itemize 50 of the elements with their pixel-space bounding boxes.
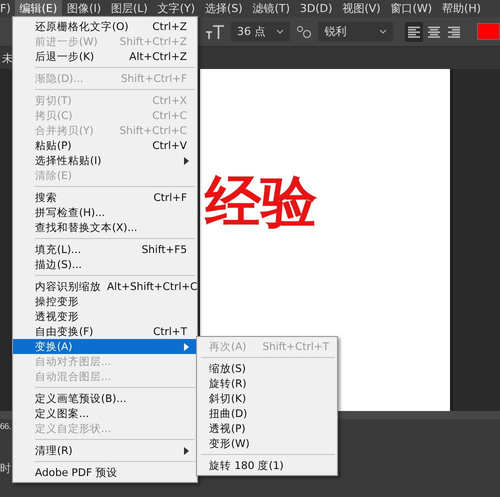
text-color-swatch[interactable] (477, 23, 500, 40)
panel-label: 时 (0, 461, 11, 476)
text-align-button[interactable] (405, 22, 424, 42)
menu-item[interactable]: 拼写检查(H)... (13, 205, 197, 220)
menu-item[interactable]: 自由变换(F) Ctrl+T (13, 324, 197, 339)
font-size-value: 36 点 (237, 24, 266, 39)
menu-bar-item[interactable]: F) (0, 0, 15, 17)
menu-bar-item[interactable]: 帮助(H) (437, 0, 486, 17)
menu-item[interactable]: 透视变形 (13, 309, 197, 324)
menu-item[interactable]: 还原栅格化文字(O) Ctrl+Z (13, 19, 197, 34)
menu-item[interactable]: 描边(S)... (13, 257, 197, 272)
canvas-text: 经验 (205, 169, 317, 236)
menu-bar-item[interactable]: 图层(L) (106, 0, 153, 17)
menu-item[interactable]: 缩放(S) (197, 361, 337, 376)
menu-bar-item[interactable]: 3D(D) (294, 0, 338, 17)
menu-item[interactable]: 选择性粘贴(I) (13, 153, 197, 168)
menu-item[interactable]: 粘贴(P) Ctrl+V (13, 138, 197, 153)
menu-item[interactable]: 透视(P) (197, 421, 337, 436)
menu-bar-item[interactable]: 图像(I) (62, 0, 106, 17)
menu-item[interactable]: 操控变形 (13, 294, 197, 309)
menu-item[interactable]: 变换(A) (13, 339, 197, 354)
chevron-icon (276, 28, 284, 34)
menu-item[interactable]: 后退一步(K) Alt+Ctrl+Z (13, 49, 197, 64)
menu-bar-item[interactable]: 选择(S) (200, 0, 248, 17)
menu-bar-item[interactable]: 编辑(E) (14, 0, 62, 17)
menu-item[interactable]: 搜索 Ctrl+F (13, 190, 197, 205)
menu-item[interactable]: 斜切(K) (197, 391, 337, 406)
zoom-readout: 66. (0, 421, 11, 431)
font-size-dropdown[interactable]: 36 点 (231, 22, 290, 41)
menu-bar-item[interactable]: 滤镜(T) (248, 0, 295, 17)
menu-item[interactable]: 旋转 180 度(1) (197, 458, 337, 473)
menu-item[interactable]: 定义图案... (13, 406, 197, 421)
menu-item[interactable]: 扭曲(D) (197, 406, 337, 421)
menu-bar-item[interactable]: 窗口(W) (386, 0, 438, 17)
antialias-dropdown[interactable]: 锐利 (318, 22, 394, 41)
menu-item[interactable]: 查找和替换文本(X)... (13, 220, 197, 235)
menu-bar-item[interactable]: 视图(V) (337, 0, 386, 17)
menu-item[interactable]: 变形(W) (197, 436, 337, 451)
menu-item[interactable]: 定义画笔预设(B)... (13, 391, 197, 406)
document-tab[interactable]: 未 (0, 50, 13, 66)
antialias-value: 锐利 (324, 24, 346, 39)
chevron-icon (379, 28, 388, 34)
menu-bar-item[interactable]: 文字(Y) (152, 0, 200, 17)
menu-item[interactable]: 填充(L)... Shift+F5 (13, 242, 197, 257)
font-size-icon (205, 24, 225, 40)
menu-item[interactable]: 旋转(R) (197, 376, 337, 391)
menu-item[interactable]: Adobe PDF 预设 (13, 465, 197, 480)
menu-item[interactable]: 清理(R) (13, 443, 197, 458)
menu-item[interactable]: 内容识别缩放 Alt+Shift+Ctrl+C (13, 279, 197, 294)
antialias-icon (296, 24, 312, 38)
